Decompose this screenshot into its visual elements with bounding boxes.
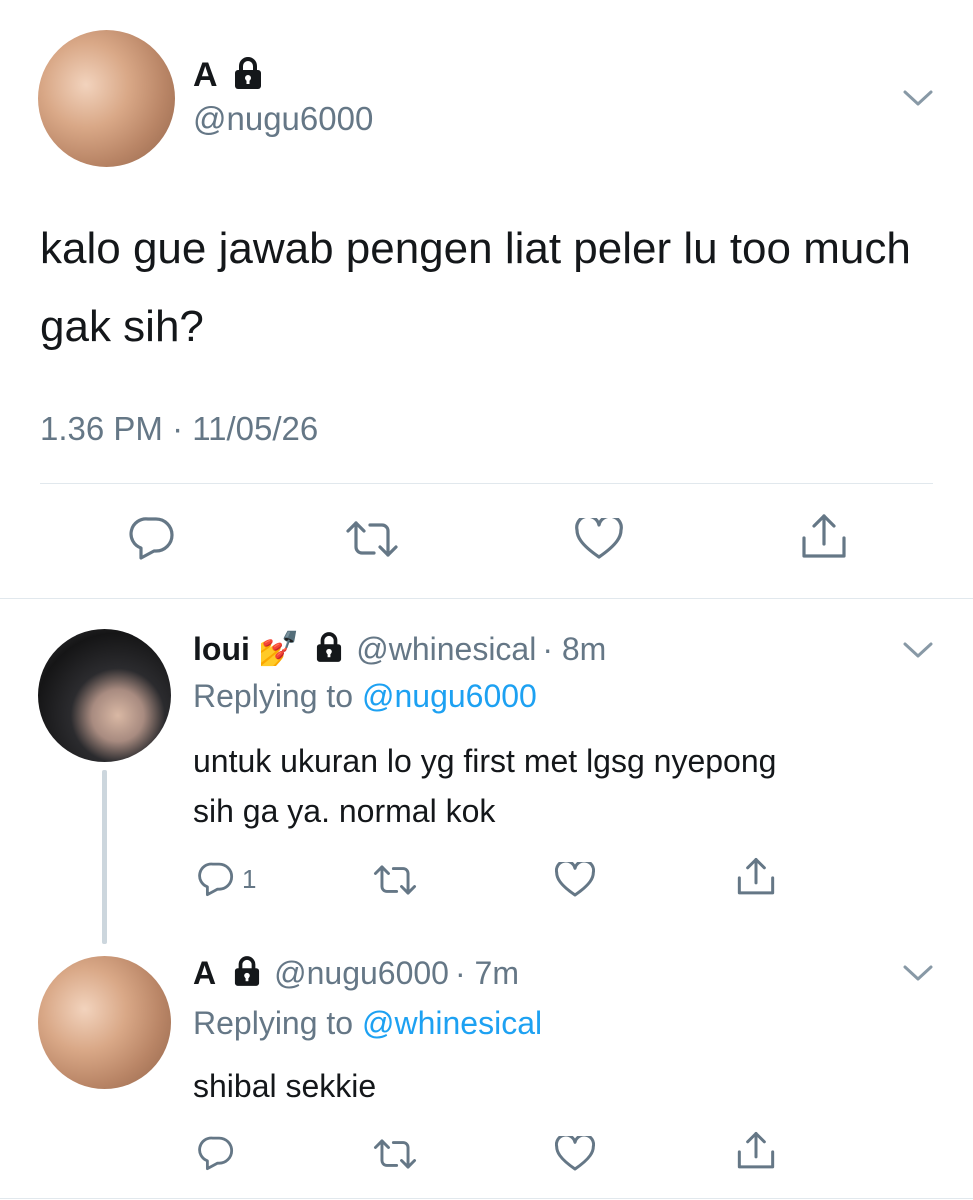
reply-header: A @nugu6000 · 7m: [193, 950, 519, 996]
share-icon[interactable]: [736, 857, 776, 897]
reply-text-line: sih ga ya. normal kok: [193, 793, 496, 829]
thread-line: [102, 770, 107, 944]
avatar[interactable]: [38, 956, 171, 1089]
replying-to: Replying to @nugu6000: [193, 678, 537, 715]
like-icon[interactable]: [575, 518, 623, 560]
chevron-down-icon[interactable]: [902, 640, 934, 660]
time-ago[interactable]: · 8m: [542, 631, 606, 668]
retweet-icon[interactable]: [373, 864, 417, 896]
share-icon[interactable]: [736, 1131, 776, 1171]
chevron-down-icon[interactable]: [902, 88, 934, 108]
reply-icon[interactable]: 1: [198, 861, 256, 897]
lock-icon: [316, 631, 342, 667]
replying-prefix: Replying to: [193, 1005, 354, 1041]
mention-link[interactable]: @whinesical: [362, 1005, 542, 1041]
divider: [0, 1198, 973, 1199]
reply-icon[interactable]: [129, 516, 175, 560]
lock-icon: [234, 56, 262, 94]
reply-header: loui 💅 @whinesical · 8m: [193, 626, 606, 672]
author-header: A: [193, 52, 262, 98]
display-name[interactable]: A: [193, 955, 216, 992]
like-icon[interactable]: [555, 1136, 595, 1172]
avatar[interactable]: [38, 629, 171, 762]
lock-icon: [234, 955, 260, 991]
avatar[interactable]: [38, 30, 175, 167]
chevron-down-icon[interactable]: [902, 963, 934, 983]
reply-icon[interactable]: [198, 1135, 234, 1171]
mention-link[interactable]: @nugu6000: [362, 678, 537, 714]
retweet-icon[interactable]: [373, 1138, 417, 1170]
reply-text-line: untuk ukuran lo yg first met lgsg nyepon…: [193, 743, 777, 779]
display-name[interactable]: loui: [193, 631, 250, 668]
divider: [0, 598, 973, 599]
handle[interactable]: @nugu6000: [274, 955, 449, 992]
divider: [40, 483, 933, 484]
replying-to: Replying to @whinesical: [193, 1005, 542, 1042]
handle[interactable]: @nugu6000: [193, 100, 373, 138]
display-name[interactable]: A: [193, 56, 218, 95]
reply-count: 1: [242, 863, 257, 894]
tweet-text: kalo gue jawab pengen liat peler lu too …: [40, 224, 911, 351]
share-icon[interactable]: [800, 514, 848, 560]
time-ago[interactable]: · 7m: [455, 955, 519, 992]
handle[interactable]: @whinesical: [356, 631, 536, 668]
retweet-icon[interactable]: [345, 520, 399, 558]
timestamp[interactable]: 1.36 PM · 11/05/26: [40, 410, 318, 448]
reply-text-line: shibal sekkie: [193, 1068, 377, 1104]
replying-prefix: Replying to: [193, 678, 354, 714]
like-icon[interactable]: [555, 862, 595, 898]
nail-polish-emoji: 💅: [257, 630, 301, 668]
